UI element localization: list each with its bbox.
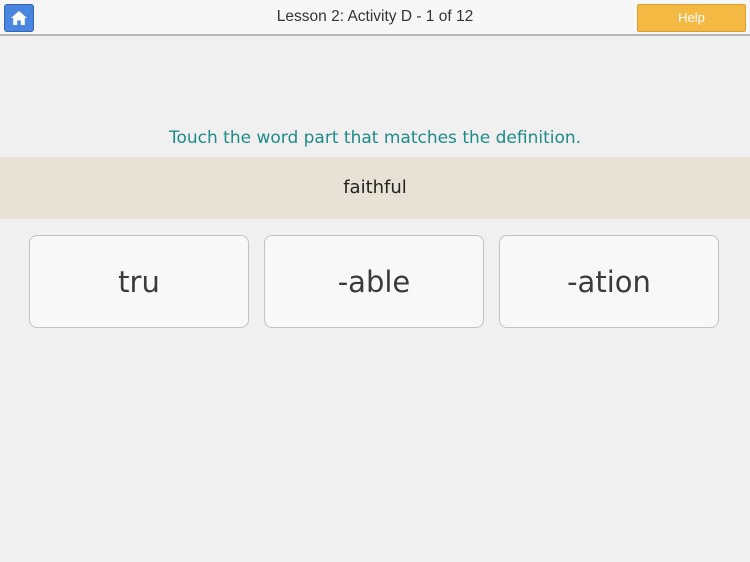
choice-label: -able xyxy=(337,264,411,299)
instruction-text: Touch the word part that matches the def… xyxy=(168,128,582,148)
choice-label: tru xyxy=(118,264,160,299)
definition-word: faithful xyxy=(343,177,407,198)
lesson-title: Lesson 2: Activity D - 1 of 12 xyxy=(276,8,474,25)
home-icon xyxy=(10,10,28,26)
help-button[interactable]: Help xyxy=(637,4,746,32)
choice-label: -ation xyxy=(567,264,651,299)
choice-button-able[interactable]: -able xyxy=(264,235,484,328)
definition-band: faithful xyxy=(0,157,750,219)
choice-button-tru[interactable]: tru xyxy=(29,235,249,328)
choice-button-ation[interactable]: -ation xyxy=(499,235,719,328)
home-button[interactable] xyxy=(4,4,34,32)
activity-screen: Lesson 2: Activity D - 1 of 12 Help Touc… xyxy=(0,0,750,562)
top-bar: Lesson 2: Activity D - 1 of 12 Help xyxy=(0,0,750,36)
